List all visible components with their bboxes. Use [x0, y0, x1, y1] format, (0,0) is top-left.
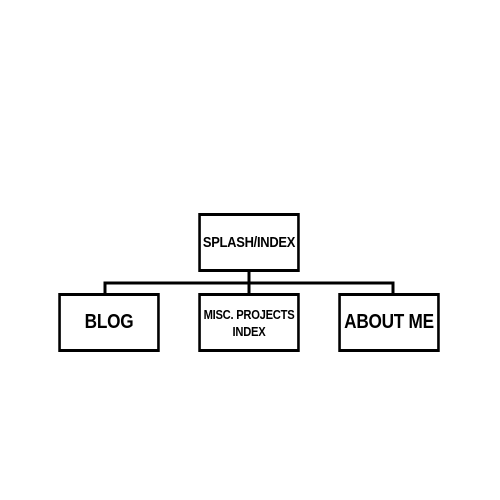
node-misc-projects-index: MISC. PROJECTS INDEX: [198, 293, 300, 352]
node-splash-index: SPLASH/INDEX: [198, 213, 300, 272]
node-misc-projects-index-label: MISC. PROJECTS INDEX: [203, 306, 295, 339]
node-blog: BLOG: [58, 293, 160, 352]
node-splash-index-label: SPLASH/INDEX: [202, 234, 296, 251]
node-about-me-label: ABOUT ME: [344, 311, 434, 333]
node-about-me: ABOUT ME: [338, 293, 440, 352]
node-blog-label: BLOG: [84, 311, 134, 333]
